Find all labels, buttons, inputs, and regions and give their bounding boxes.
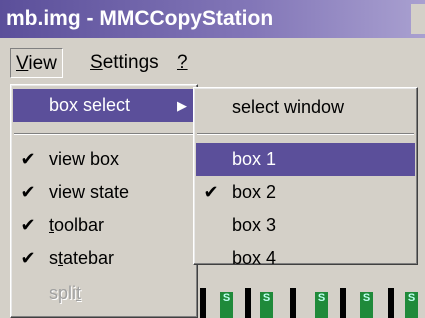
check-icon: ✔ [20, 182, 36, 202]
menu-item-split-mnemonic: t [76, 283, 82, 303]
box-cell-glyph: S [262, 292, 271, 304]
menu-bar: View Settings ? [0, 44, 425, 84]
menu-separator [197, 133, 414, 135]
menu-item-statebar-label: statebar [49, 242, 114, 275]
box-cell-icon: S [405, 292, 418, 318]
menu-help[interactable]: ? [172, 48, 193, 78]
box-divider [200, 288, 206, 318]
menu-item-view-box[interactable]: ✔ view box [13, 143, 195, 176]
window-left-edge [0, 84, 10, 318]
menu-item-toolbar[interactable]: ✔ toolbar [13, 209, 195, 242]
menu-item-split: split [13, 277, 195, 310]
menu-item-split-label: split [49, 277, 81, 310]
menu-settings[interactable]: Settings [85, 48, 164, 78]
check-icon: ✔ [203, 182, 219, 202]
menu-view-mnemonic: V [16, 53, 29, 74]
menu-item-view-state[interactable]: ✔ view state [13, 176, 195, 209]
menu-settings-label: ettings [102, 52, 159, 73]
title-bar-buttons[interactable] [411, 4, 425, 34]
menu-item-box-3[interactable]: box 3 [196, 209, 415, 242]
box-divider [245, 288, 251, 318]
menu-item-statebar-rest: atebar [63, 248, 115, 268]
view-menu: box select ▶ ✔ view box ✔ view state ✔ t… [10, 84, 198, 318]
menu-item-select-window[interactable]: select window [196, 91, 415, 124]
menu-item-statebar-prefix: s [49, 248, 58, 268]
menu-item-split-prefix: spli [49, 283, 77, 303]
menu-item-box-2-label: box 2 [232, 182, 277, 202]
box-cell-icon: S [220, 292, 233, 318]
box-divider [290, 288, 296, 318]
check-icon: ✔ [20, 149, 36, 169]
box-divider [340, 288, 346, 318]
window-title: mb.img - MMCCopyStation [6, 7, 274, 30]
menu-item-box-4-label: box 4 [232, 248, 277, 268]
box-cell-glyph: S [362, 292, 371, 304]
menu-settings-mnemonic: S [90, 52, 103, 73]
menu-item-box-2[interactable]: ✔ box 2 [196, 176, 415, 209]
menu-item-box-select[interactable]: box select ▶ [13, 89, 195, 122]
menu-item-select-window-label: select window [232, 97, 345, 117]
box-select-submenu: select window box 1 ✔ box 2 box 3 box 4 [193, 87, 418, 268]
menu-item-toolbar-rest: oolbar [54, 215, 105, 235]
menu-item-box-select-label: box select [49, 95, 131, 115]
menu-item-box-3-label: box 3 [232, 215, 277, 235]
menu-item-view-state-label: view state [49, 182, 130, 202]
menu-view-label: iew [28, 53, 57, 74]
box-cell-glyph: S [407, 292, 416, 304]
submenu-arrow-icon: ▶ [177, 98, 187, 113]
menu-item-box-1[interactable]: box 1 [196, 143, 415, 176]
menu-item-box-4[interactable]: box 4 [196, 242, 415, 275]
menu-item-statebar[interactable]: ✔ statebar [13, 242, 195, 275]
box-cell-glyph: S [317, 292, 326, 304]
menu-separator [14, 133, 194, 135]
box-cell-glyph: S [222, 292, 231, 304]
menu-item-toolbar-label: toolbar [49, 209, 104, 242]
title-bar: mb.img - MMCCopyStation [0, 0, 425, 38]
menu-item-view-box-label: view box [49, 149, 120, 169]
box-divider [388, 288, 394, 318]
menu-help-mnemonic: ? [177, 52, 188, 73]
menu-item-box-1-label: box 1 [232, 149, 277, 169]
check-icon: ✔ [20, 248, 36, 268]
box-cell-icon: S [360, 292, 373, 318]
menu-view[interactable]: View [10, 48, 63, 78]
box-cell-icon: S [260, 292, 273, 318]
box-cell-icon: S [315, 292, 328, 318]
check-icon: ✔ [20, 215, 36, 235]
